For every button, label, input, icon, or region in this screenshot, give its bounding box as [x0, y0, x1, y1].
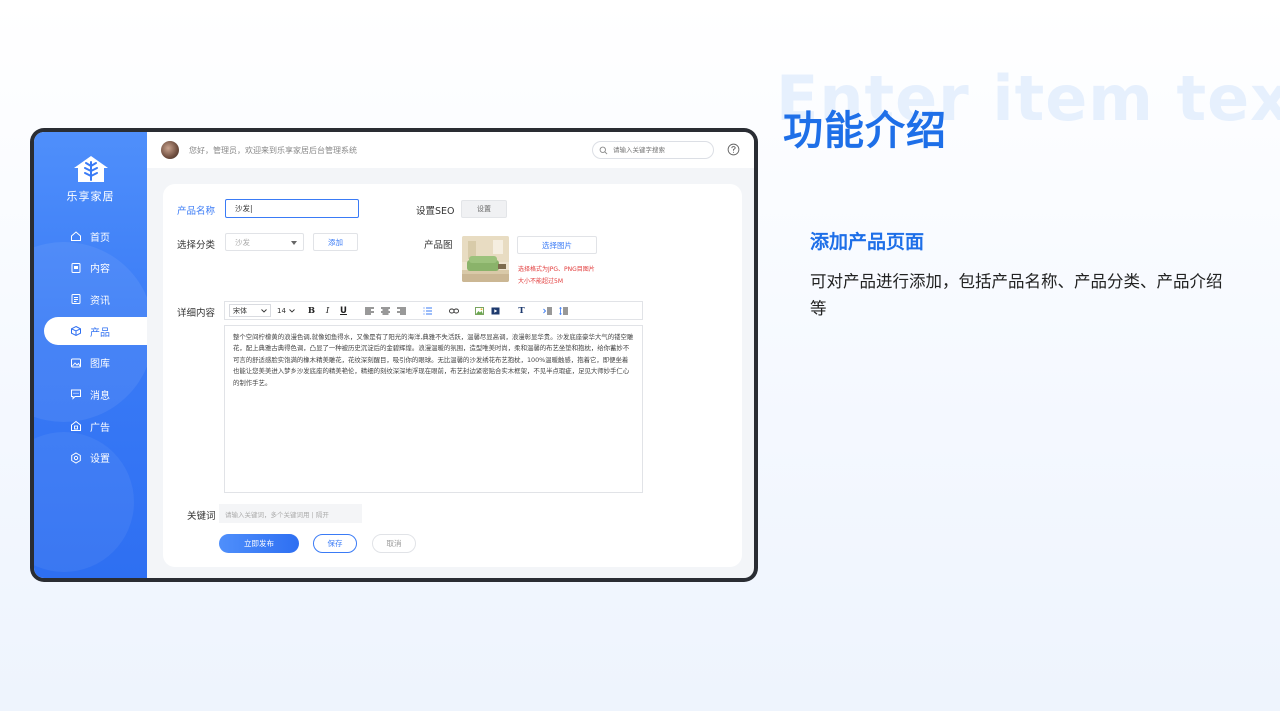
sidebar-menu: 首页 内容 资讯 产品 图库 消息 广告 设置	[34, 222, 147, 476]
font-family-select[interactable]: 宋体	[229, 304, 271, 317]
seo-label: 设置SEO	[416, 206, 455, 217]
editor-toolbar: 宋体 14 B I U T	[224, 301, 643, 320]
publish-button[interactable]: 立即发布	[219, 534, 299, 553]
app-screen: 乐享家居 首页 内容 资讯 产品 图库 消息 广告 设置 您好，管理员，欢迎来到…	[34, 132, 754, 578]
font-family-value: 宋体	[233, 306, 247, 315]
sidebar-item-home[interactable]: 首页	[34, 222, 147, 250]
message-icon	[70, 388, 82, 401]
product-image-label: 产品图	[424, 240, 453, 251]
app-logo[interactable]: 乐享家居	[34, 154, 147, 204]
tablet-frame: 乐享家居 首页 内容 资讯 产品 图库 消息 广告 设置 您好，管理员，欢迎来到…	[30, 128, 758, 582]
image-insert-icon[interactable]	[473, 304, 486, 317]
sidebar: 乐享家居 首页 内容 资讯 产品 图库 消息 广告 设置	[34, 132, 147, 578]
line-height-icon[interactable]	[557, 304, 570, 317]
sidebar-item-label: 图库	[90, 359, 110, 371]
sidebar-item-label: 消息	[90, 390, 110, 402]
align-left-icon[interactable]	[363, 304, 376, 317]
help-icon[interactable]	[727, 143, 740, 156]
sidebar-item-gallery[interactable]: 图库	[34, 349, 147, 377]
sidebar-item-label: 广告	[90, 422, 110, 434]
category-select-value: 沙发	[235, 237, 250, 247]
slide-title: 功能介绍	[783, 108, 947, 154]
category-label: 选择分类	[177, 240, 216, 251]
section-description: 可对产品进行添加，包括产品名称、产品分类、产品介绍等	[810, 272, 1223, 318]
sidebar-item-label: 内容	[90, 264, 110, 276]
choose-image-button[interactable]: 选择图片	[517, 236, 597, 254]
keyword-input[interactable]: 请输入关键词，多个关键词用 | 隔开	[219, 504, 362, 523]
chevron-down-icon	[291, 241, 297, 245]
sidebar-item-settings[interactable]: 设置	[34, 444, 147, 472]
video-insert-icon[interactable]	[489, 304, 502, 317]
seo-settings-button[interactable]: 设置	[461, 200, 507, 218]
italic-button[interactable]: I	[321, 304, 334, 317]
search-box[interactable]	[592, 141, 714, 159]
content-icon	[70, 262, 82, 274]
category-select[interactable]: 沙发	[225, 233, 304, 251]
product-name-input[interactable]	[225, 199, 359, 218]
save-button[interactable]: 保存	[313, 534, 357, 553]
add-category-button[interactable]: 添加	[313, 233, 358, 251]
image-format-hint: 选择格式为JPG、PNG目图片	[518, 266, 595, 273]
gallery-icon	[70, 357, 82, 369]
product-image-thumbnail[interactable]	[462, 236, 509, 282]
sidebar-item-product[interactable]: 产品	[44, 317, 147, 346]
sidebar-item-label: 首页	[90, 232, 110, 244]
settings-icon	[70, 452, 82, 464]
logo-text: 乐享家居	[66, 190, 115, 203]
news-icon	[70, 293, 82, 305]
indent-icon[interactable]	[541, 304, 554, 317]
align-center-icon[interactable]	[379, 304, 392, 317]
product-icon	[70, 325, 82, 337]
sidebar-item-label: 资讯	[90, 295, 110, 307]
home-icon	[70, 230, 82, 242]
sidebar-item-label: 产品	[90, 327, 110, 339]
product-name-label: 产品名称	[177, 206, 216, 217]
keyword-label: 关键词	[187, 511, 216, 522]
ordered-list-icon[interactable]	[421, 304, 434, 317]
sidebar-item-news[interactable]: 资讯	[34, 285, 147, 313]
welcome-text: 您好，管理员，欢迎来到乐享家居后台管理系统	[189, 145, 357, 155]
link-icon[interactable]	[447, 304, 460, 317]
search-input[interactable]	[613, 146, 713, 154]
sidebar-item-content[interactable]: 内容	[34, 254, 147, 282]
sidebar-item-message[interactable]: 消息	[34, 380, 147, 408]
detail-label: 详细内容	[177, 308, 216, 319]
underline-button[interactable]: U	[337, 304, 350, 317]
search-icon	[599, 146, 608, 154]
product-form-card: 产品名称 设置SEO 设置 选择分类 沙发 添加 产品图	[163, 184, 742, 567]
align-right-icon[interactable]	[395, 304, 408, 317]
ad-icon	[70, 420, 82, 432]
logo-icon	[73, 156, 108, 182]
chevron-down-icon	[261, 308, 267, 313]
image-size-hint: 大小不能超过5M	[518, 278, 563, 285]
chevron-down-icon	[289, 308, 295, 313]
sidebar-item-ad[interactable]: 广告	[34, 412, 147, 440]
avatar[interactable]	[161, 141, 179, 159]
detail-editor[interactable]: 整个空间柠檬黄的浪漫色调,就像如鱼得水，又像是有了阳光的海洋,典雅不失活跃，温馨…	[224, 325, 643, 493]
top-bar: 您好，管理员，欢迎来到乐享家居后台管理系统	[147, 132, 754, 168]
text-format-button[interactable]: T	[515, 304, 528, 317]
font-size-select[interactable]: 14	[277, 304, 299, 317]
font-size-value: 14	[277, 306, 286, 315]
bold-button[interactable]: B	[305, 304, 318, 317]
sidebar-item-label: 设置	[90, 454, 110, 466]
cancel-button[interactable]: 取消	[372, 534, 416, 553]
section-title: 添加产品页面	[810, 231, 925, 253]
